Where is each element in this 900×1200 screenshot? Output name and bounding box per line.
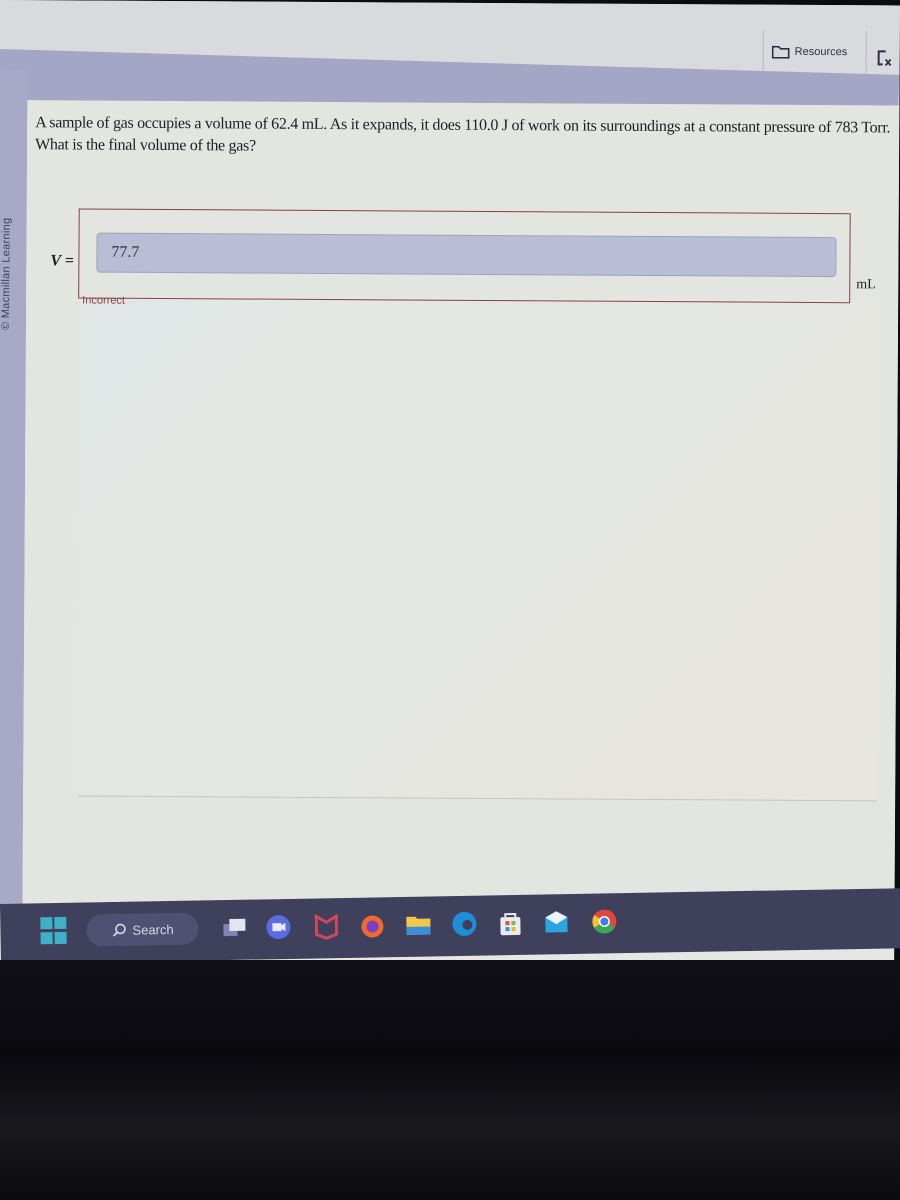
screen: Resources © Macmillan Learning A sample … (0, 0, 900, 971)
divider (762, 30, 764, 77)
exit-window-icon[interactable] (877, 49, 893, 67)
file-explorer-icon[interactable] (404, 910, 432, 938)
laptop-bezel (0, 960, 900, 1200)
search-label: Search (132, 921, 174, 938)
question-text: A sample of gas occupies a volume of 62.… (35, 114, 891, 155)
resources-label: Resources (794, 45, 848, 59)
folder-icon (771, 45, 790, 59)
task-view-icon[interactable] (220, 914, 248, 942)
variable-symbol: V = (50, 252, 74, 270)
unit-label: mL (856, 277, 876, 293)
microsoft-store-icon[interactable] (496, 909, 524, 937)
question-panel: A sample of gas occupies a volume of 62.… (22, 100, 900, 916)
edge-icon[interactable] (450, 910, 478, 938)
teams-chat-icon[interactable] (264, 913, 292, 941)
firefox-icon[interactable] (358, 911, 386, 939)
feedback-status: Incorrect (82, 294, 125, 307)
answer-input[interactable] (96, 232, 837, 278)
resources-button[interactable]: Resources (771, 45, 848, 59)
mail-icon[interactable] (542, 908, 570, 936)
copyright-text: © Macmillan Learning (0, 217, 13, 331)
work-area (77, 295, 881, 802)
divider (865, 31, 867, 78)
taskbar-search[interactable]: Search (86, 912, 199, 947)
chrome-icon[interactable] (590, 907, 618, 935)
search-icon (112, 923, 126, 937)
mcafee-icon[interactable] (312, 912, 340, 940)
variable-label: V = (50, 252, 74, 270)
start-icon[interactable] (40, 916, 68, 945)
